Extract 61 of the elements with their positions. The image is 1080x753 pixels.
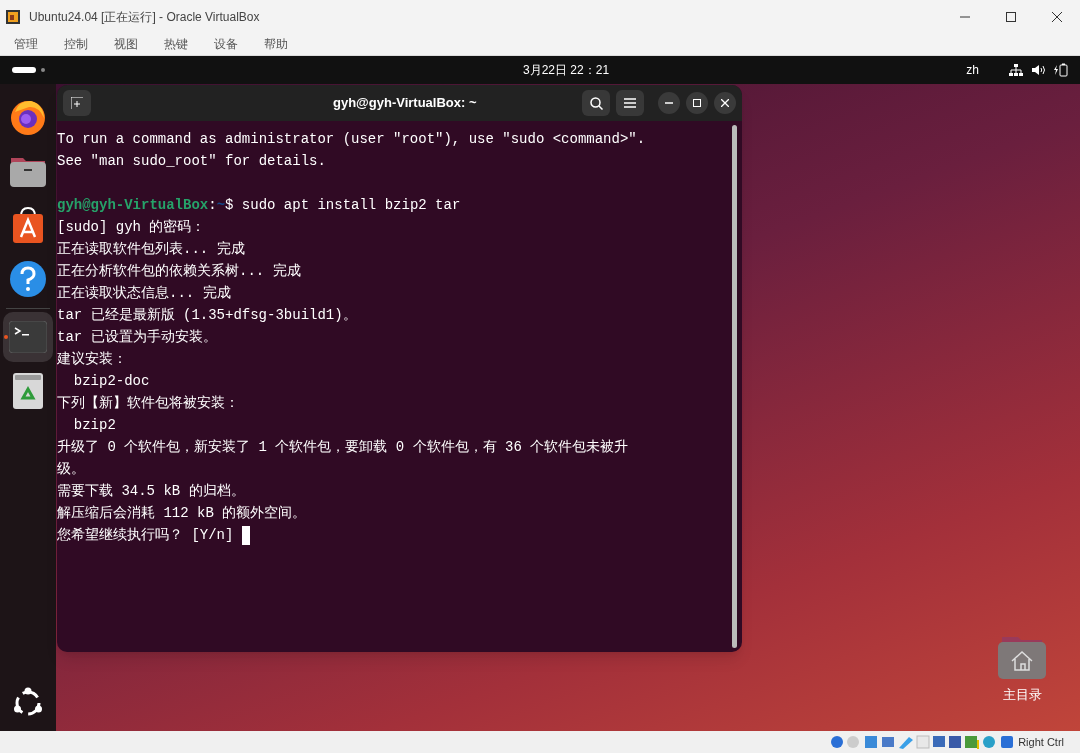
terminal-output-line: 您希望继续执行吗？ [Y/n] — [57, 526, 235, 545]
minimize-icon — [665, 99, 673, 107]
terminal-output-line: 正在分析软件包的依赖关系树... 完成 — [57, 262, 301, 281]
prompt-colon: : — [208, 196, 217, 215]
new-tab-button[interactable] — [63, 90, 91, 116]
prompt-user-host: gyh@gyh-VirtualBox — [57, 196, 209, 215]
volume-icon[interactable] — [1032, 64, 1046, 76]
terminal-output-line: tar 已设置为手动安装。 — [57, 328, 217, 347]
terminal-output-line: tar 已经是最新版 (1.35+dfsg-3build1)。 — [57, 306, 357, 325]
menu-item[interactable]: 热键 — [164, 35, 188, 53]
maximize-button[interactable] — [686, 92, 708, 114]
menu-item[interactable]: 设备 — [214, 35, 238, 53]
terminal-output-line: 需要下载 34.5 kB 的归档。 — [57, 482, 245, 501]
close-button[interactable] — [714, 92, 736, 114]
close-icon — [721, 99, 729, 107]
battery-icon[interactable] — [1054, 63, 1068, 77]
terminal-output-line: 建议安装： — [57, 350, 127, 369]
status-icons-drawing[interactable] — [829, 734, 1016, 750]
terminal-output-line: 正在读取状态信息... 完成 — [57, 284, 231, 303]
prompt-path: ~ — [216, 196, 226, 215]
firefox-icon — [9, 98, 47, 136]
new-tab-icon — [71, 97, 83, 109]
menu-item[interactable]: 管理 — [14, 35, 38, 53]
terminal-output-line: 正在读取软件包列表... 完成 — [57, 240, 245, 259]
menu-icon — [624, 98, 636, 108]
maximize-icon — [1006, 11, 1016, 22]
terminal-output-line: 解压缩后会消耗 112 kB 的额外空间。 — [57, 504, 307, 523]
close-icon — [1052, 11, 1062, 22]
host-key-label: Right Ctrl — [1018, 734, 1064, 750]
app-icon — [5, 8, 21, 25]
terminal-command: $ sudo apt install bzip2 tar — [225, 196, 461, 215]
search-button[interactable] — [582, 90, 610, 116]
terminal-output-line: [sudo] gyh 的密码： — [57, 218, 206, 237]
terminal-output-line: 级。 — [57, 460, 85, 479]
minimize-button[interactable] — [658, 92, 680, 114]
help-icon — [9, 260, 47, 298]
menu-button[interactable] — [616, 90, 644, 116]
workspace-indicator-icon[interactable] — [12, 66, 46, 74]
menu-item[interactable]: 视图 — [114, 35, 138, 53]
menu-item[interactable]: 控制 — [64, 35, 88, 53]
window-title: Ubuntu24.04 [正在运行] - Oracle VirtualBox — [29, 8, 260, 26]
home-folder-icon[interactable] — [998, 635, 1046, 679]
terminal-output-line: 升级了 0 个软件包，新安装了 1 个软件包，要卸载 0 个软件包，有 36 个软件包未被升 — [57, 438, 629, 457]
scrollbar[interactable] — [732, 125, 737, 648]
running-indicator — [4, 335, 8, 339]
maximize-icon — [693, 99, 701, 107]
terminal-output-line: bzip2 — [72, 416, 116, 435]
recycle-bin-icon — [12, 372, 44, 410]
clock[interactable]: 3月22日 22：21 — [523, 61, 610, 79]
input-method-indicator[interactable]: zh — [966, 61, 979, 79]
desktop-icon-label[interactable]: 主目录 — [1002, 685, 1042, 705]
network-icon[interactable] — [1009, 64, 1023, 76]
search-icon — [589, 96, 603, 110]
terminal-title: gyh@gyh-VirtualBox: ~ — [333, 94, 477, 113]
menu-item[interactable]: 帮助 — [264, 35, 288, 53]
terminal-icon — [9, 321, 47, 353]
terminal-output-line: To run a command as administrator (user "root"), use "sudo <command>". — [57, 130, 646, 149]
terminal-output-line: See "man sudo_root" for details. — [57, 152, 326, 171]
shopping-bag-icon — [11, 206, 45, 244]
terminal-output-line: 下列【新】软件包将被安装： — [57, 394, 239, 413]
terminal-output-line: bzip2-doc — [72, 372, 150, 391]
